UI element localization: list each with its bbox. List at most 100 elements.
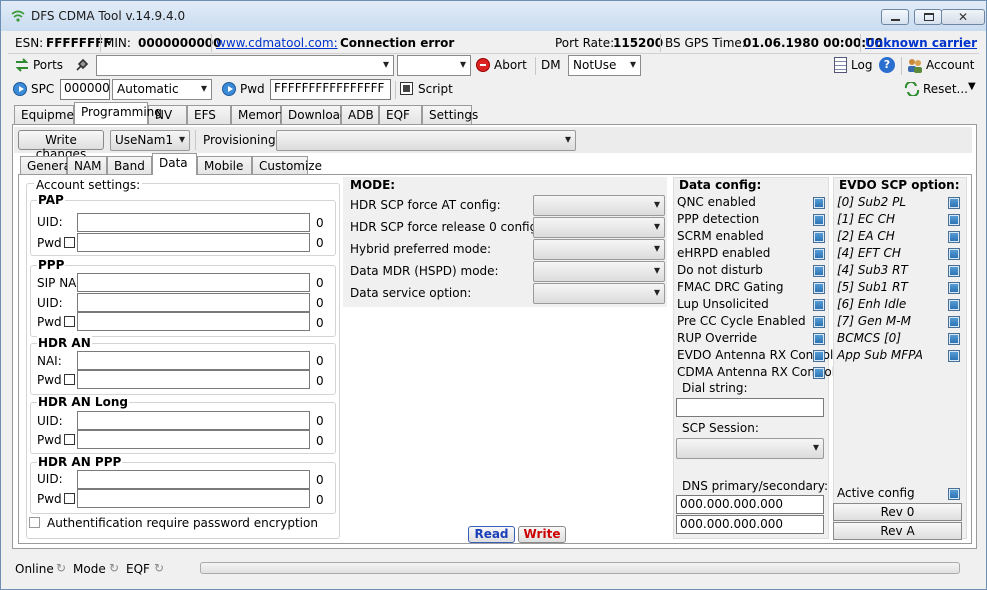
spc-play-icon[interactable] bbox=[13, 82, 27, 96]
tab-programming[interactable]: Programming bbox=[74, 102, 162, 124]
subtab-data[interactable]: Data bbox=[152, 153, 197, 175]
data-config-checkbox[interactable] bbox=[813, 265, 825, 277]
pwd-input[interactable]: FFFFFFFFFFFFFFFF bbox=[270, 79, 391, 100]
data-config-checkbox[interactable] bbox=[813, 282, 825, 294]
hdr-an-ppp-uid-label: UID: bbox=[37, 472, 63, 486]
evdo-option-label: BCMCS [0] bbox=[837, 331, 901, 345]
abort-button[interactable]: Abort bbox=[494, 58, 527, 72]
subtab-nam[interactable]: NAM bbox=[67, 156, 107, 175]
script-button[interactable]: Script bbox=[418, 82, 453, 96]
data-service-option-select[interactable] bbox=[533, 283, 665, 304]
rev0-button[interactable]: Rev 0 bbox=[833, 503, 962, 521]
hdr-an-pwd-input[interactable] bbox=[77, 370, 310, 389]
account-button[interactable]: Account bbox=[926, 58, 974, 72]
profile-select[interactable]: UseNam1 bbox=[110, 130, 190, 151]
ppp-pwd-count: 0 bbox=[316, 316, 324, 330]
active-config-checkbox[interactable] bbox=[948, 488, 960, 500]
port-select[interactable] bbox=[96, 55, 394, 76]
ppp-pwd-checkbox[interactable] bbox=[64, 316, 75, 327]
hdr-an-nai-input[interactable] bbox=[77, 351, 310, 370]
tab-equipment[interactable]: Equipment bbox=[14, 105, 86, 124]
tab-settings[interactable]: Settings bbox=[422, 105, 478, 124]
website-link[interactable]: www.cdmatool.com: bbox=[216, 36, 338, 50]
data-mdr-select[interactable] bbox=[533, 261, 665, 282]
hdr-scp-force-at-select[interactable] bbox=[533, 195, 665, 216]
pap-pwd-checkbox[interactable] bbox=[64, 237, 75, 248]
log-button[interactable]: Log bbox=[851, 58, 872, 72]
evdo-option-checkbox[interactable] bbox=[948, 265, 960, 277]
ppp-uid-label: UID: bbox=[37, 296, 63, 310]
plug-icon[interactable] bbox=[74, 57, 90, 73]
dns-primary-input[interactable]: 000.000.000.000 bbox=[676, 495, 824, 514]
subtab-general[interactable]: General bbox=[20, 156, 74, 175]
auth-encryption-checkbox[interactable] bbox=[29, 517, 40, 528]
data-config-checkbox[interactable] bbox=[813, 333, 825, 345]
minimize-button[interactable] bbox=[881, 9, 909, 25]
provisioning-select[interactable] bbox=[276, 130, 576, 151]
dm-select[interactable]: NotUse bbox=[568, 55, 641, 76]
hdr-scp-force-release-select[interactable] bbox=[533, 217, 665, 238]
revA-button[interactable]: Rev A bbox=[833, 522, 962, 540]
help-icon[interactable]: ? bbox=[879, 57, 895, 73]
subtab-band[interactable]: Band bbox=[107, 156, 152, 175]
dial-string-input[interactable] bbox=[676, 398, 824, 417]
scp-session-select[interactable] bbox=[676, 438, 824, 459]
carrier-link[interactable]: Unknown carrier bbox=[865, 36, 977, 50]
spc-input[interactable]: 000000 bbox=[60, 79, 110, 100]
restore-button[interactable] bbox=[914, 9, 942, 25]
write-button[interactable]: Write bbox=[518, 526, 566, 543]
subtab-mobile-ip[interactable]: Mobile IP bbox=[197, 156, 252, 187]
pap-pwd-input[interactable] bbox=[77, 233, 310, 252]
data-config-checkbox[interactable] bbox=[813, 197, 825, 209]
evdo-option-checkbox[interactable] bbox=[948, 333, 960, 345]
evdo-option-checkbox[interactable] bbox=[948, 282, 960, 294]
pap-uid-count: 0 bbox=[316, 216, 324, 230]
hdr-an-long-pwd-checkbox[interactable] bbox=[64, 434, 75, 445]
dns-secondary-input[interactable]: 000.000.000.000 bbox=[676, 515, 824, 534]
baud-select[interactable] bbox=[397, 55, 471, 76]
tab-eqf[interactable]: EQF bbox=[379, 105, 422, 124]
data-config-checkbox[interactable] bbox=[813, 214, 825, 226]
hdr-an-title: HDR AN bbox=[37, 336, 92, 350]
evdo-option-label: [6] Enh Idle bbox=[837, 297, 907, 311]
evdo-option-checkbox[interactable] bbox=[948, 248, 960, 260]
subtab-customize[interactable]: Customize bbox=[252, 156, 322, 175]
tab-adb[interactable]: ADB bbox=[341, 105, 379, 124]
data-config-checkbox[interactable] bbox=[813, 367, 825, 379]
ppp-sip-input[interactable] bbox=[77, 273, 310, 292]
evdo-option-checkbox[interactable] bbox=[948, 299, 960, 311]
write-changes-button[interactable]: Write changes bbox=[18, 130, 104, 161]
tab-efs[interactable]: EFS bbox=[187, 105, 231, 124]
close-button[interactable]: ✕ bbox=[941, 9, 985, 25]
hybrid-preferred-select[interactable] bbox=[533, 239, 665, 260]
evdo-option-checkbox[interactable] bbox=[948, 350, 960, 362]
pwd-play-icon[interactable] bbox=[222, 82, 236, 96]
hdr-an-ppp-pwd-checkbox[interactable] bbox=[64, 493, 75, 504]
data-config-checkbox[interactable] bbox=[813, 316, 825, 328]
evdo-option-checkbox[interactable] bbox=[948, 316, 960, 328]
data-config-checkbox[interactable] bbox=[813, 350, 825, 362]
hdr-an-pwd-checkbox[interactable] bbox=[64, 374, 75, 385]
tab-memory[interactable]: Memory bbox=[231, 105, 287, 124]
tab-download[interactable]: Download bbox=[281, 105, 348, 124]
hdr-an-long-uid-input[interactable] bbox=[77, 411, 310, 430]
evdo-option-label: [4] Sub3 RT bbox=[837, 263, 908, 277]
data-config-checkbox[interactable] bbox=[813, 231, 825, 243]
read-button[interactable]: Read bbox=[468, 526, 515, 543]
evdo-option-checkbox[interactable] bbox=[948, 214, 960, 226]
pap-uid-input[interactable] bbox=[77, 213, 310, 232]
hdr-an-long-pwd-label: Pwd bbox=[37, 433, 62, 447]
hdr-an-long-pwd-input[interactable] bbox=[77, 430, 310, 449]
data-config-checkbox[interactable] bbox=[813, 248, 825, 260]
spc-mode-select[interactable]: Automatic bbox=[112, 79, 212, 100]
ppp-uid-input[interactable] bbox=[77, 293, 310, 312]
hdr-an-ppp-uid-input[interactable] bbox=[77, 470, 310, 489]
reset-dropdown-icon[interactable]: ▼ bbox=[968, 81, 976, 92]
data-config-checkbox[interactable] bbox=[813, 299, 825, 311]
evdo-option-checkbox[interactable] bbox=[948, 197, 960, 209]
hdr-an-ppp-pwd-input[interactable] bbox=[77, 489, 310, 508]
ports-button[interactable]: Ports bbox=[33, 58, 63, 72]
evdo-option-checkbox[interactable] bbox=[948, 231, 960, 243]
reset-button[interactable]: Reset... bbox=[923, 82, 968, 96]
ppp-pwd-input[interactable] bbox=[77, 312, 310, 331]
